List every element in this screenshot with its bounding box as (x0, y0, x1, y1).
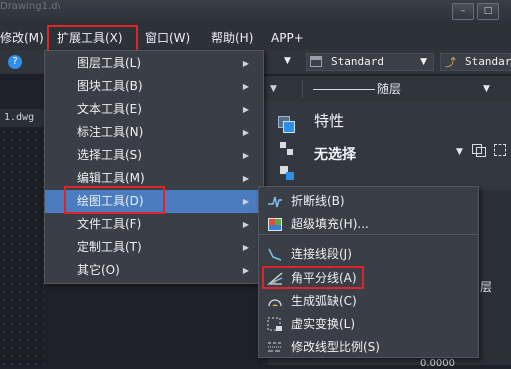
menu-item-label: 选择工具(S) (77, 148, 142, 162)
submenu-arrow-icon: ▶ (242, 128, 249, 137)
submenu-arrow-icon: ▶ (242, 59, 249, 68)
submenu-arrow-icon: ▶ (242, 197, 249, 206)
drawing-tab[interactable]: 1.dwg (0, 109, 44, 127)
maximize-button[interactable]: □ (477, 3, 499, 20)
menu-item-file-tools[interactable]: 文件工具(F) ▶ (45, 213, 263, 236)
drawing-canvas[interactable] (0, 128, 44, 365)
menu-item-label: 图块工具(B) (77, 79, 143, 93)
submenu-item-label: 角平分线(A) (291, 271, 357, 285)
menu-item-block-tools[interactable]: 图块工具(B) ▶ (45, 75, 263, 98)
menu-item-selection-tools[interactable]: 选择工具(S) ▶ (45, 144, 263, 167)
menu-item-label: 定制工具(T) (77, 240, 142, 254)
menu-item-text-tools[interactable]: 文本工具(E) ▶ (45, 98, 263, 121)
property-label-layer: 层 (480, 280, 493, 294)
submenu-item-angle-bisector[interactable]: 角平分线(A) (259, 267, 478, 290)
chevron-down-icon[interactable]: ▼ (270, 84, 277, 94)
menu-item-other[interactable]: 其它(O) ▶ (45, 259, 263, 282)
select-objects-icon[interactable] (278, 116, 295, 133)
break-line-icon (267, 194, 283, 209)
combo-arrow[interactable]: ▼ (262, 53, 302, 71)
submenu-item-label: 虚实变换(L) (291, 317, 356, 331)
submenu-item-arc-gap[interactable]: 生成弧缺(C) (259, 290, 478, 313)
submenu-item-label: 修改线型比例(S) (291, 340, 380, 354)
chevron-down-icon: ▼ (420, 57, 427, 67)
dim-style-value: Standard (465, 55, 511, 68)
menu-item-label: 编辑工具(M) (77, 171, 145, 185)
submenu-item-label: 生成弧缺(C) (291, 294, 357, 308)
window-title: Drawing1.dwg (0, 1, 60, 12)
dim-style-icon: ⤴ (445, 56, 456, 69)
submenu-arrow-icon: ▶ (242, 174, 249, 183)
menu-item-label: 标注工具(N) (77, 125, 144, 139)
submenu-divider (258, 234, 479, 235)
quick-select-icon[interactable] (280, 142, 294, 156)
property-value: 0.0000 (420, 358, 455, 369)
menu-app-plus[interactable]: APP+ (267, 26, 308, 50)
dim-style-combo[interactable]: ⤴ Standard (440, 53, 511, 71)
menu-item-custom-tools[interactable]: 定制工具(T) ▶ (45, 236, 263, 259)
menu-item-label: 文件工具(F) (77, 217, 142, 231)
submenu-arrow-icon: ▶ (242, 82, 249, 91)
layer-value: 随层 (377, 82, 402, 96)
dash-toggle-icon (267, 317, 283, 332)
submenu-item-dash-toggle[interactable]: 虚实变换(L) (259, 313, 478, 336)
properties-title: 特性 (314, 112, 345, 130)
submenu-arrow-icon: ▶ (242, 220, 249, 229)
text-style-value: Standard (331, 55, 384, 68)
submenu-item-label: 折断线(B) (291, 194, 345, 208)
menu-bar: 修改(M) 扩展工具(X) 窗口(W) 帮助(H) APP+ (0, 26, 511, 51)
draw-tools-submenu: 折断线(B) 超级填充(H)... 连接线段(J) 角平分线(A) 生成弧缺(C… (258, 186, 479, 358)
table-icon (310, 56, 322, 67)
linetype-scale-icon (267, 340, 283, 355)
submenu-arrow-icon: ▶ (242, 243, 249, 252)
pickadd-icon[interactable] (280, 166, 294, 180)
extension-tools-menu: 图层工具(L) ▶ 图块工具(B) ▶ 文本工具(E) ▶ 标注工具(N) ▶ 选择工具… (44, 50, 264, 284)
menu-window[interactable]: 窗口(W) (141, 26, 194, 50)
submenu-item-break-line[interactable]: 折断线(B) (259, 190, 478, 213)
menu-item-dimension-tools[interactable]: 标注工具(N) ▶ (45, 121, 263, 144)
toolbar-left (0, 50, 44, 74)
angle-bisector-icon (267, 271, 283, 286)
minimize-button[interactable]: – (452, 3, 474, 20)
chevron-down-icon: ▼ (483, 84, 490, 94)
menu-help[interactable]: 帮助(H) (207, 26, 257, 50)
text-style-combo[interactable]: Standard ▼ (306, 53, 434, 71)
submenu-item-linetype-scale[interactable]: 修改线型比例(S) (259, 336, 478, 359)
menu-item-layer-tools[interactable]: 图层工具(L) ▶ (45, 52, 263, 75)
help-icon[interactable]: ? (8, 55, 22, 69)
line-sample (313, 89, 375, 90)
join-lines-icon (267, 247, 283, 262)
menu-item-label: 绘图工具(D) (77, 194, 144, 208)
submenu-arrow-icon: ▶ (242, 266, 249, 275)
chevron-down-icon[interactable]: ▼ (456, 147, 463, 157)
selection-label[interactable]: 无选择 (314, 144, 356, 164)
submenu-arrow-icon: ▶ (242, 105, 249, 114)
menu-extension-tools[interactable]: 扩展工具(X) (53, 26, 127, 50)
arc-gap-icon (267, 294, 283, 309)
menu-item-label: 文本工具(E) (77, 102, 142, 116)
title-bar (0, 0, 511, 26)
super-hatch-icon (267, 217, 283, 232)
menu-item-label: 图层工具(L) (77, 56, 142, 70)
toggle-pickadd-icon[interactable] (472, 142, 486, 157)
menu-item-edit-tools[interactable]: 编辑工具(M) ▶ (45, 167, 263, 190)
submenu-item-label: 超级填充(H)... (291, 217, 369, 231)
submenu-arrow-icon: ▶ (242, 151, 249, 160)
select-all-icon[interactable] (492, 142, 506, 156)
submenu-item-label: 连接线段(J) (291, 247, 352, 261)
submenu-item-super-hatch[interactable]: 超级填充(H)... (259, 213, 478, 236)
menu-item-draw-tools[interactable]: 绘图工具(D) ▶ (45, 190, 263, 213)
layer-combo[interactable]: 随层 ▼ (302, 80, 511, 98)
menu-item-label: 其它(O) (77, 263, 120, 277)
menu-modify[interactable]: 修改(M) (0, 26, 48, 50)
submenu-item-join-lines[interactable]: 连接线段(J) (259, 243, 478, 266)
